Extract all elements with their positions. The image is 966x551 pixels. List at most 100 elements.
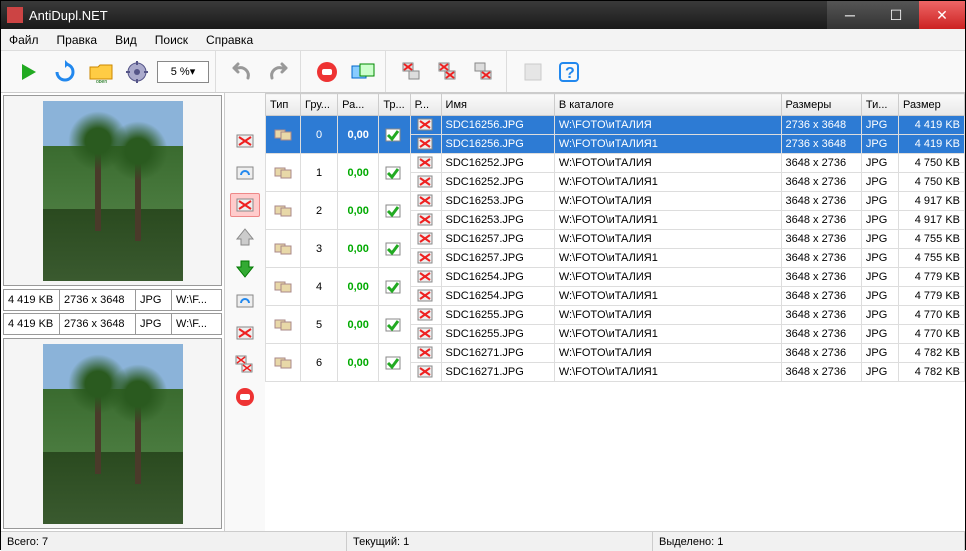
delete-icon[interactable] — [410, 363, 441, 382]
preview-top-dim: 2736 x 3648 — [60, 290, 136, 310]
play-button[interactable] — [13, 56, 45, 88]
stop-button[interactable] — [311, 56, 343, 88]
col-r[interactable]: Р... — [410, 94, 441, 116]
check-icon[interactable] — [379, 230, 410, 268]
delete-icon[interactable] — [410, 192, 441, 211]
col-tr[interactable]: Тр... — [379, 94, 410, 116]
delete-icon[interactable] — [410, 135, 441, 154]
delete-icon[interactable] — [410, 230, 441, 249]
action-delete-bottom-highlighted[interactable] — [230, 193, 260, 217]
size-cell: 4 419 KB — [898, 135, 964, 154]
diff-cell: 0,00 — [338, 116, 379, 154]
check-icon[interactable] — [379, 154, 410, 192]
type-icon — [266, 154, 301, 192]
action-delete-top[interactable] — [230, 129, 260, 153]
nav-up[interactable] — [230, 225, 260, 249]
check-icon[interactable] — [379, 192, 410, 230]
type-icon — [266, 268, 301, 306]
diff-cell: 0,00 — [338, 344, 379, 382]
col-diff[interactable]: Ра... — [338, 94, 379, 116]
path-cell: W:\FOTO\иТАЛИЯ1 — [554, 287, 781, 306]
name-cell: SDC16271.JPG — [441, 344, 554, 363]
maximize-button[interactable]: ☐ — [873, 1, 919, 29]
delete-both-button[interactable] — [432, 56, 464, 88]
mistake-button[interactable] — [517, 56, 549, 88]
menu-file[interactable]: Файл — [9, 33, 39, 47]
path-cell: W:\FOTO\иТАЛИЯ1 — [554, 173, 781, 192]
status-current: Текущий: 1 — [347, 532, 653, 551]
table-row[interactable]: 50,00SDC16255.JPGW:\FOTO\иТАЛИЯ3648 x 27… — [266, 306, 965, 325]
table-row[interactable]: 10,00SDC16252.JPGW:\FOTO\иТАЛИЯ3648 x 27… — [266, 154, 965, 173]
path-cell: W:\FOTO\иТАЛИЯ — [554, 154, 781, 173]
preview-top-type: JPG — [136, 290, 172, 310]
delete-icon[interactable] — [410, 249, 441, 268]
minimize-button[interactable]: ─ — [827, 1, 873, 29]
action-delete-bottom[interactable] — [230, 321, 260, 345]
table-row[interactable]: 00,00SDC16256.JPGW:\FOTO\иТАЛИЯ2736 x 36… — [266, 116, 965, 135]
preview-bottom-type: JPG — [136, 314, 172, 334]
name-cell: SDC16257.JPG — [441, 230, 554, 249]
preview-top-path: W:\F... — [172, 290, 221, 310]
check-icon[interactable] — [379, 344, 410, 382]
help-button[interactable]: ? — [553, 56, 585, 88]
delete-second-button[interactable] — [468, 56, 500, 88]
delete-first-button[interactable] — [396, 56, 428, 88]
name-cell: SDC16271.JPG — [441, 363, 554, 382]
window-title: AntiDupl.NET — [29, 8, 827, 23]
check-icon[interactable] — [379, 306, 410, 344]
open-folder-button[interactable]: open — [85, 56, 117, 88]
refresh-button[interactable] — [49, 56, 81, 88]
name-cell: SDC16255.JPG — [441, 325, 554, 344]
action-stop-mid[interactable] — [230, 385, 260, 409]
col-name[interactable]: Имя — [441, 94, 554, 116]
col-path[interactable]: В каталоге — [554, 94, 781, 116]
type-icon — [266, 344, 301, 382]
delete-icon[interactable] — [410, 173, 441, 192]
zoom-dropdown[interactable]: 5 % ▾ — [157, 61, 209, 83]
delete-icon[interactable] — [410, 287, 441, 306]
delete-icon[interactable] — [410, 211, 441, 230]
name-cell: SDC16254.JPG — [441, 268, 554, 287]
table-row[interactable]: 20,00SDC16253.JPGW:\FOTO\иТАЛИЯ3648 x 27… — [266, 192, 965, 211]
menu-search[interactable]: Поиск — [155, 33, 188, 47]
col-size[interactable]: Размер — [898, 94, 964, 116]
action-rotate-bottom[interactable] — [230, 289, 260, 313]
delete-icon[interactable] — [410, 325, 441, 344]
menu-help[interactable]: Справка — [206, 33, 253, 47]
table-row[interactable]: 40,00SDC16254.JPGW:\FOTO\иТАЛИЯ3648 x 27… — [266, 268, 965, 287]
undo-button[interactable] — [226, 56, 258, 88]
delete-icon[interactable] — [410, 344, 441, 363]
name-cell: SDC16252.JPG — [441, 173, 554, 192]
path-cell: W:\FOTO\иТАЛИЯ1 — [554, 363, 781, 382]
nav-down[interactable] — [230, 257, 260, 281]
group-cell: 6 — [301, 344, 338, 382]
preview-top[interactable] — [3, 95, 222, 286]
col-ext[interactable]: Ти... — [861, 94, 898, 116]
ext-cell: JPG — [861, 344, 898, 363]
preview-bottom[interactable] — [3, 338, 222, 529]
table-row[interactable]: 30,00SDC16257.JPGW:\FOTO\иТАЛИЯ3648 x 27… — [266, 230, 965, 249]
redo-button[interactable] — [262, 56, 294, 88]
delete-icon[interactable] — [410, 268, 441, 287]
delete-icon[interactable] — [410, 154, 441, 173]
menu-view[interactable]: Вид — [115, 33, 137, 47]
action-rotate-top[interactable] — [230, 161, 260, 185]
results-table[interactable]: Тип Гру... Ра... Тр... Р... Имя В катало… — [265, 93, 965, 531]
delete-icon[interactable] — [410, 116, 441, 135]
close-button[interactable]: ✕ — [919, 1, 965, 29]
group-cell: 1 — [301, 154, 338, 192]
preview-bottom-info: 4 419 KB 2736 x 3648 JPG W:\F... — [3, 313, 222, 335]
table-row[interactable]: 60,00SDC16271.JPGW:\FOTO\иТАЛИЯ3648 x 27… — [266, 344, 965, 363]
col-group[interactable]: Гру... — [301, 94, 338, 116]
menu-edit[interactable]: Правка — [57, 33, 98, 47]
images-button[interactable] — [347, 56, 379, 88]
col-type[interactable]: Тип — [266, 94, 301, 116]
settings-button[interactable] — [121, 56, 153, 88]
col-dim[interactable]: Размеры — [781, 94, 861, 116]
check-icon[interactable] — [379, 116, 410, 154]
diff-cell: 0,00 — [338, 306, 379, 344]
name-cell: SDC16256.JPG — [441, 116, 554, 135]
action-delete-both-mid[interactable] — [230, 353, 260, 377]
delete-icon[interactable] — [410, 306, 441, 325]
check-icon[interactable] — [379, 268, 410, 306]
